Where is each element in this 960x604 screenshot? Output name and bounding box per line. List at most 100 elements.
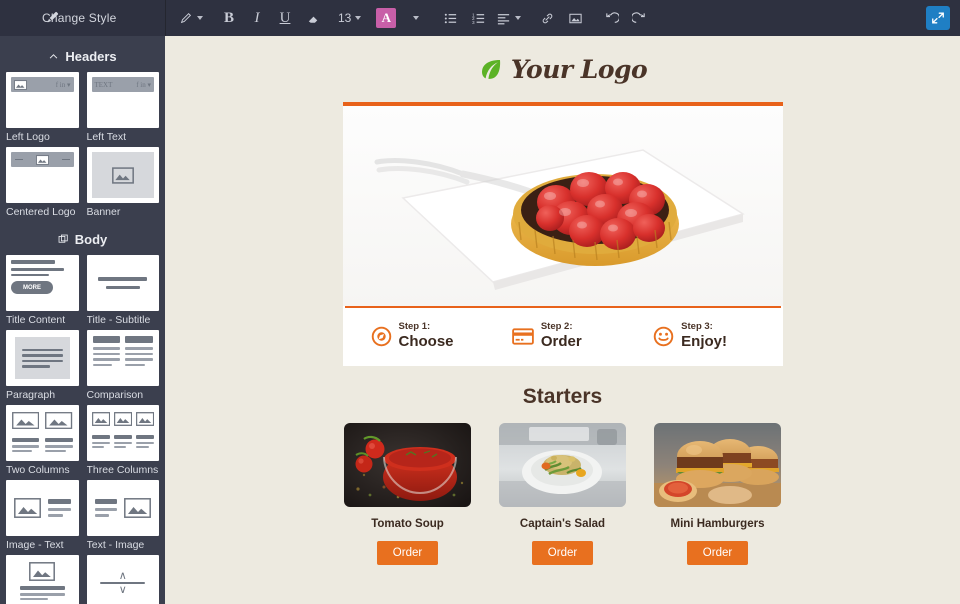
section-header-body[interactable]: Body bbox=[0, 226, 165, 252]
image-placeholder-icon bbox=[14, 498, 41, 518]
expand-button[interactable] bbox=[926, 6, 950, 30]
bullet-list-button[interactable] bbox=[437, 5, 463, 31]
insert-link-button[interactable] bbox=[534, 5, 560, 31]
product-card[interactable]: Mini Hamburgers Order bbox=[654, 423, 781, 566]
body-block-grid: MORE Title Content Title - Subtitle Para… bbox=[0, 252, 165, 604]
block-separator[interactable]: ∧ ∨ Separator bbox=[83, 555, 159, 604]
product-image[interactable] bbox=[499, 423, 626, 508]
starters-heading[interactable]: Starters bbox=[165, 385, 960, 409]
block-thumbnail: ∧ ∨ bbox=[86, 555, 159, 604]
block-two-columns[interactable]: Two Columns bbox=[6, 405, 83, 477]
block-title-subtitle[interactable]: Title - Subtitle bbox=[83, 255, 159, 327]
block-thumbnail bbox=[86, 147, 159, 203]
chevron-down-icon bbox=[355, 16, 362, 20]
block-thumbnail bbox=[6, 555, 79, 604]
product-card[interactable]: Captain's Salad Order bbox=[499, 423, 626, 566]
steps-row: Step 1: Choose Step 2: Order Step 3: Enj… bbox=[342, 308, 783, 367]
step-item-3[interactable]: Step 3: Enjoy! bbox=[633, 321, 774, 350]
block-text-image[interactable]: Text - Image bbox=[83, 480, 159, 552]
product-name: Tomato Soup bbox=[371, 518, 444, 531]
step-title: Choose bbox=[398, 332, 454, 350]
product-name: Mini Hamburgers bbox=[670, 518, 765, 531]
step-item-1[interactable]: Step 1: Choose bbox=[351, 321, 492, 350]
block-thumbnail bbox=[6, 405, 79, 461]
image-placeholder-icon bbox=[14, 79, 27, 90]
undo-icon bbox=[606, 11, 619, 23]
block-three-columns[interactable]: Three Columns bbox=[83, 405, 159, 477]
section-title: Headers bbox=[65, 48, 117, 64]
block-label: Comparison bbox=[86, 389, 144, 401]
font-style-dropdown[interactable] bbox=[176, 5, 206, 31]
block-left-text[interactable]: TEXT f in ▾ Left Text bbox=[83, 72, 159, 144]
change-style-button[interactable]: Change Style bbox=[0, 0, 165, 36]
formatting-tools: B I U 13 A 1 2 3 bbox=[166, 0, 960, 36]
bold-button[interactable]: B bbox=[216, 5, 242, 31]
block-left-logo[interactable]: f in ▾ Left Logo bbox=[6, 72, 83, 144]
smiley-icon bbox=[653, 326, 674, 346]
logo-block[interactable]: Your Logo bbox=[165, 36, 960, 102]
font-size-dropdown[interactable]: 13 bbox=[336, 5, 363, 31]
credit-card-icon bbox=[512, 328, 534, 345]
step-number: Step 1: bbox=[398, 321, 431, 332]
undo-button[interactable] bbox=[598, 5, 624, 31]
redo-button[interactable] bbox=[626, 5, 652, 31]
order-button[interactable]: Order bbox=[531, 541, 594, 566]
block-label: Paragraph bbox=[6, 389, 56, 401]
chevron-down-icon bbox=[413, 16, 420, 20]
pen-icon bbox=[180, 12, 192, 24]
underline-button[interactable]: U bbox=[272, 5, 298, 31]
image-placeholder-icon bbox=[124, 498, 151, 518]
product-image[interactable] bbox=[654, 423, 781, 508]
logo-text: Your Logo bbox=[510, 54, 648, 84]
numbered-list-button[interactable]: 1 2 3 bbox=[465, 5, 491, 31]
font-size-value: 13 bbox=[338, 11, 352, 25]
text-color-dropdown[interactable] bbox=[401, 5, 427, 31]
block-thumbnail bbox=[86, 405, 159, 461]
product-name: Captain's Salad bbox=[519, 518, 606, 531]
block-label: Two Columns bbox=[6, 464, 70, 476]
image-placeholder-icon bbox=[35, 154, 49, 165]
step-item-2[interactable]: Step 2: Order bbox=[492, 321, 633, 350]
image-placeholder-icon bbox=[135, 412, 154, 426]
compass-icon bbox=[371, 326, 391, 346]
email-canvas[interactable]: Your Logo Step 1: Choose Step 2: Order S… bbox=[165, 36, 960, 604]
text-color-swatch: A bbox=[376, 8, 397, 28]
hero-image[interactable] bbox=[342, 106, 783, 306]
chevron-up-glyph: ∧ bbox=[118, 570, 127, 583]
block-image-text[interactable]: Image - Text bbox=[6, 480, 83, 552]
block-centered-logo[interactable]: Centered Logo bbox=[6, 147, 83, 219]
headers-block-grid: f in ▾ Left Logo TEXT f in ▾ Left Text C… bbox=[0, 69, 165, 219]
starters-cards: Tomato Soup Order Captain's Salad Order … bbox=[165, 423, 960, 566]
redo-icon bbox=[631, 11, 645, 23]
block-thumbnail bbox=[6, 330, 79, 386]
eraser-icon bbox=[308, 16, 317, 23]
chevron-up-icon bbox=[48, 51, 59, 62]
block-banner[interactable]: Banner bbox=[83, 147, 159, 219]
order-button[interactable]: Order bbox=[686, 541, 749, 566]
hero-block[interactable]: Step 1: Choose Step 2: Order Step 3: Enj… bbox=[342, 102, 783, 367]
align-dropdown[interactable] bbox=[493, 5, 524, 31]
block-thumbnail: TEXT f in ▾ bbox=[86, 72, 159, 128]
text-color-button[interactable]: A bbox=[373, 5, 399, 31]
bullet-list-icon bbox=[444, 13, 456, 23]
block-title-content[interactable]: MORE Title Content bbox=[6, 255, 83, 327]
captains-salad-image bbox=[499, 423, 626, 508]
italic-button[interactable]: I bbox=[244, 5, 270, 31]
section-header-headers[interactable]: Headers bbox=[0, 43, 165, 69]
block-paragraph[interactable]: Paragraph bbox=[6, 330, 83, 402]
block-image[interactable]: Image bbox=[6, 555, 83, 604]
block-thumbnail bbox=[86, 480, 159, 536]
product-card[interactable]: Tomato Soup Order bbox=[344, 423, 471, 566]
svg-text:3: 3 bbox=[472, 20, 475, 25]
clear-format-button[interactable] bbox=[300, 5, 326, 31]
block-thumbnail bbox=[6, 147, 79, 203]
insert-image-button[interactable] bbox=[562, 5, 588, 31]
block-thumbnail: f in ▾ bbox=[6, 72, 79, 128]
social-icons: f in ▾ bbox=[55, 80, 71, 89]
product-image[interactable] bbox=[344, 423, 471, 508]
image-icon bbox=[569, 13, 582, 23]
blocks-sidebar[interactable]: Headers f in ▾ Left Logo TEXT f in ▾ Lef… bbox=[0, 36, 165, 604]
block-comparison[interactable]: Comparison bbox=[83, 330, 159, 402]
order-button[interactable]: Order bbox=[376, 541, 439, 566]
numbered-list-icon: 1 2 3 bbox=[472, 12, 484, 25]
